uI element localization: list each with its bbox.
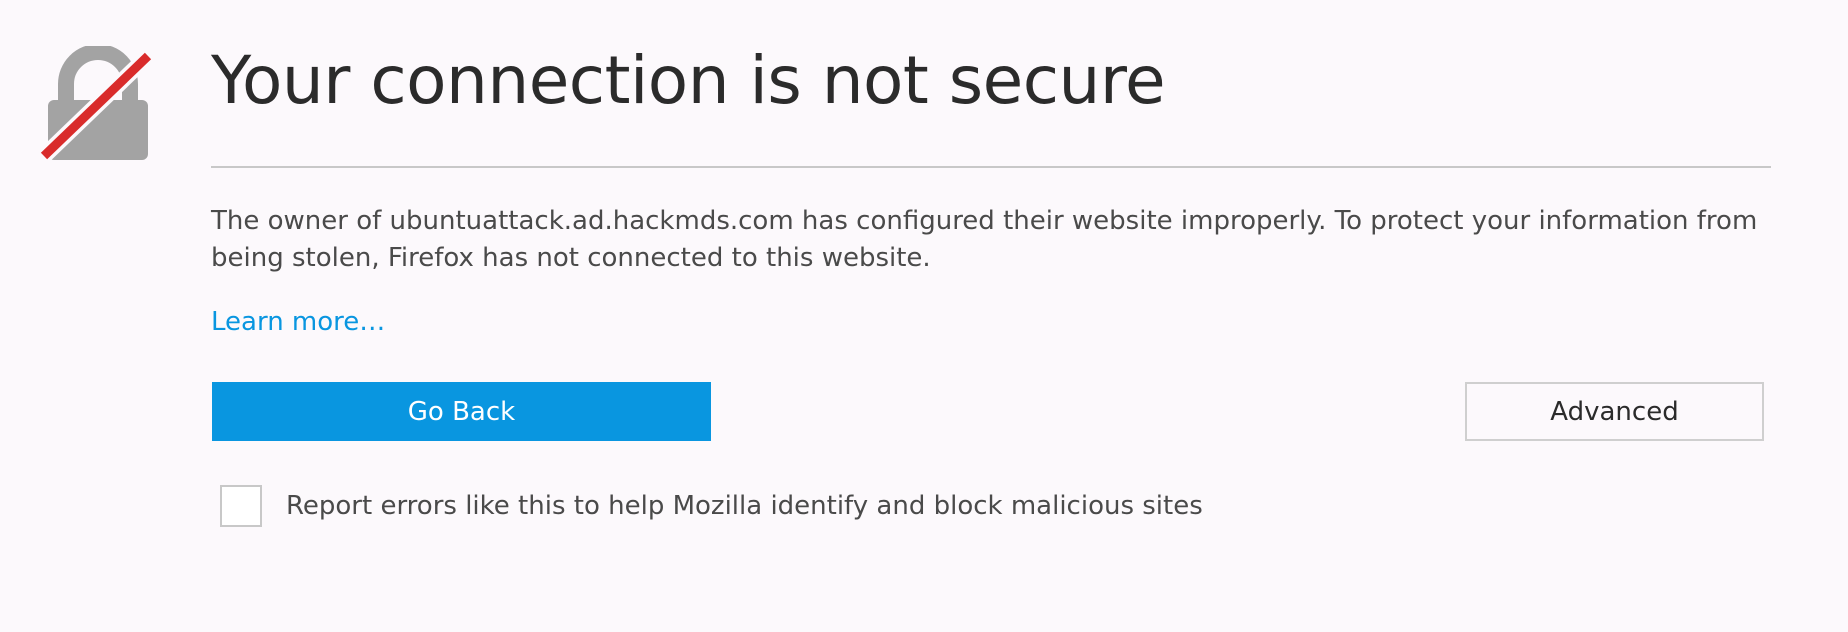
go-back-button[interactable]: Go Back xyxy=(212,382,711,441)
report-errors-label[interactable]: Report errors like this to help Mozilla … xyxy=(286,491,1203,521)
title-divider xyxy=(211,166,1771,168)
advanced-button[interactable]: Advanced xyxy=(1465,382,1764,441)
error-description: The owner of ubuntuattack.ad.hackmds.com… xyxy=(211,206,1758,273)
broken-lock-icon xyxy=(38,46,154,162)
report-errors-row: Report errors like this to help Mozilla … xyxy=(220,484,1203,528)
cert-error-page: Your connection is not secure The owner … xyxy=(0,0,1848,632)
report-errors-checkbox[interactable] xyxy=(220,485,262,527)
learn-more-link[interactable]: Learn more… xyxy=(211,307,385,337)
page-title: Your connection is not secure xyxy=(211,42,1166,119)
